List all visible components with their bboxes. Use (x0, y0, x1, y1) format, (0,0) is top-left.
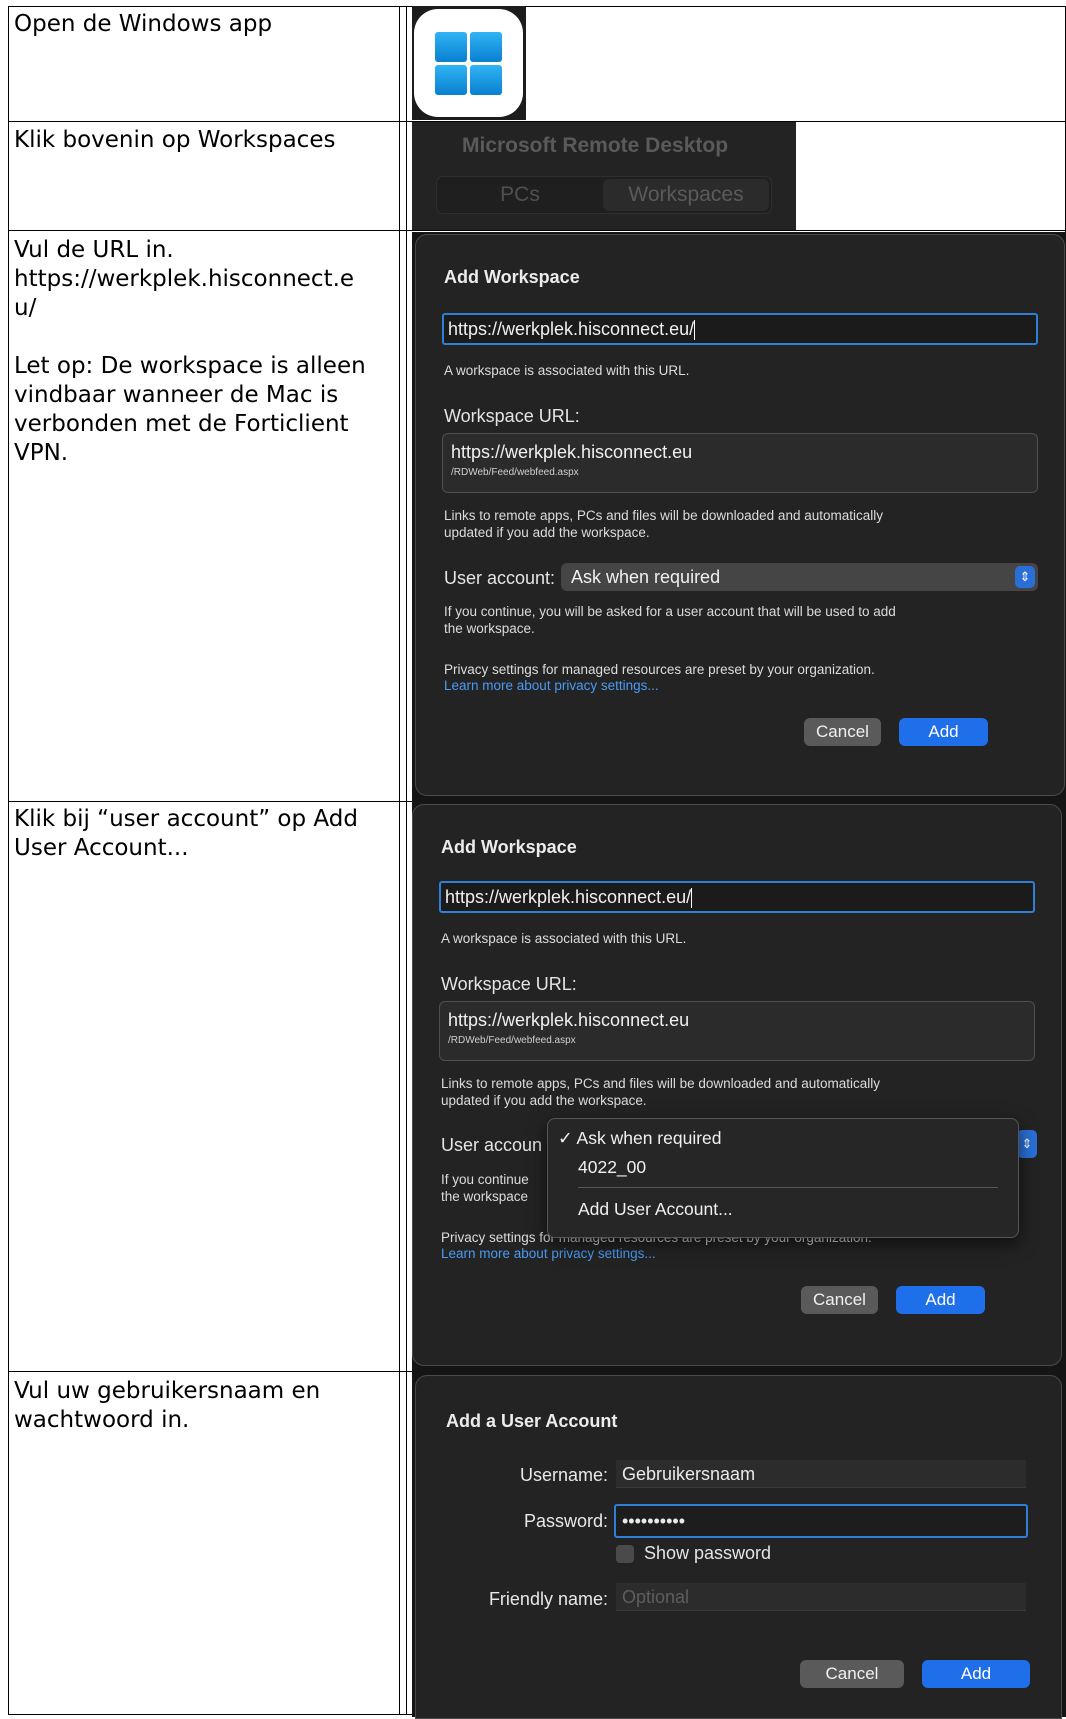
continue-text-line: If you continue (441, 1172, 529, 1187)
user-account-label: User accoun (441, 1135, 543, 1155)
text-caret (691, 888, 693, 909)
segmented-control: PCs Workspaces (436, 176, 772, 214)
user-account-menu: ✓ Ask when required 4022_00 Add User Acc… (547, 1118, 1019, 1238)
continue-text: If you continue, you will be asked for a… (444, 603, 896, 637)
menu-separator (578, 1187, 998, 1188)
url-value: https://werkplek.hisconnect.eu/ (445, 887, 692, 907)
continue-text-line: the workspace. (444, 621, 535, 636)
privacy-link[interactable]: Learn more about privacy settings... (444, 678, 659, 693)
add-button[interactable]: Add (896, 1286, 985, 1314)
select-edge[interactable]: ⇕ (1017, 1130, 1037, 1158)
instruction-line: Klik bovenin op Workspaces (14, 127, 336, 153)
password-input[interactable]: •••••••••• (614, 1504, 1028, 1538)
step-3-instruction: Vul de URL in. https://werkplek.hisconne… (14, 236, 376, 468)
url-input[interactable]: https://werkplek.hisconnect.eu/ (439, 881, 1035, 913)
user-account-value: Ask when required (571, 567, 721, 587)
tab-pcs[interactable]: PCs (437, 177, 603, 213)
add-button[interactable]: Add (899, 718, 988, 746)
instruction-line: Vul uw gebruikersnaam en (14, 1378, 321, 1404)
links-text: Links to remote apps, PCs and files will… (441, 1075, 880, 1109)
table-rule (8, 230, 1066, 231)
menu-item-add-user-account[interactable]: Add User Account... (578, 1199, 733, 1220)
step-4-instruction: Klik bij “user account” op Add User Acco… (14, 805, 376, 863)
instruction-gap (14, 323, 376, 352)
table-rule (8, 6, 9, 1715)
workspace-url-main: https://werkplek.hisconnect.eu (451, 442, 693, 462)
step-5-instruction: Vul uw gebruikersnaam en wachtwoord in. (14, 1377, 376, 1435)
privacy-link[interactable]: Learn more about privacy settings... (441, 1246, 656, 1261)
instruction-line: Klik bij “user account” op Add (14, 806, 358, 832)
updown-chevron-icon: ⇕ (1015, 566, 1035, 588)
instruction-line: u/ (14, 295, 37, 321)
dialog-title: Add Workspace (441, 837, 577, 857)
instruction-line: vindbaar wanneer de Mac is (14, 382, 339, 408)
friendly-name-placeholder: Optional (622, 1587, 690, 1607)
tab-workspaces[interactable]: Workspaces (603, 179, 769, 211)
continue-text-line: the workspace (441, 1189, 529, 1204)
username-value: Gebruikersnaam (622, 1464, 756, 1484)
username-input[interactable]: Gebruikersnaam (616, 1460, 1026, 1488)
step-2-instruction: Klik bovenin op Workspaces (14, 126, 376, 155)
menu-item-ask-when-required[interactable]: ✓ Ask when required (558, 1128, 722, 1149)
screenshot-frame: Add a User Account Username: Gebruikersn… (412, 1372, 1066, 1719)
workspace-url-label: Workspace URL: (441, 974, 577, 994)
workspace-url-label: Workspace URL: (444, 406, 580, 426)
updown-chevron-icon: ⇕ (1021, 1136, 1033, 1151)
workspace-url-main: https://werkplek.hisconnect.eu (448, 1010, 690, 1030)
links-text-line: Links to remote apps, PCs and files will… (444, 508, 883, 523)
workspace-url-path: /RDWeb/Feed/webfeed.aspx (448, 1035, 576, 1046)
checkbox-icon[interactable] (616, 1545, 634, 1563)
add-workspace-dialog: Add Workspace https://werkplek.hisconnec… (415, 234, 1065, 796)
links-text-line: updated if you add the workspace. (444, 525, 650, 540)
rdp-title: Microsoft Remote Desktop (462, 134, 729, 157)
cancel-button[interactable]: Cancel (800, 1660, 904, 1688)
table-rule (399, 6, 400, 1715)
rdp-header: Microsoft Remote Desktop PCs Workspaces (412, 122, 796, 230)
table-rule (8, 6, 1066, 7)
links-text: Links to remote apps, PCs and files will… (444, 507, 883, 541)
dialog-title: Add Workspace (444, 267, 580, 287)
step-1-instruction: Open de Windows app (14, 10, 376, 39)
add-button[interactable]: Add (922, 1660, 1030, 1688)
screenshot-frame: Add Workspace https://werkplek.hisconnec… (412, 232, 1066, 802)
links-text-line: updated if you add the workspace. (441, 1093, 647, 1108)
instruction-line: Let op: De workspace is alleen (14, 353, 366, 379)
show-password-label[interactable]: Show password (644, 1543, 771, 1564)
workspace-url-box: https://werkplek.hisconnect.eu /RDWeb/Fe… (439, 1001, 1035, 1061)
instruction-line: User Account... (14, 835, 189, 861)
links-text-line: Links to remote apps, PCs and files will… (441, 1076, 880, 1091)
associated-text: A workspace is associated with this URL. (441, 931, 687, 946)
user-account-label: User account: (444, 568, 556, 588)
friendly-name-input[interactable]: Optional (616, 1583, 1026, 1611)
password-value: •••••••••• (622, 1511, 686, 1531)
associated-text: A workspace is associated with this URL. (444, 363, 690, 378)
instruction-line: verbonden met de Forticlient (14, 411, 349, 437)
friendly-name-label: Friendly name: (488, 1589, 608, 1609)
workspace-url-box: https://werkplek.hisconnect.eu /RDWeb/Fe… (442, 433, 1038, 493)
continue-text-line: If you continue, you will be asked for a… (444, 604, 896, 619)
privacy-text: Privacy settings for managed resources a… (444, 662, 875, 677)
password-label: Password: (523, 1511, 608, 1531)
instruction-line: https://werkplek.hisconnect.e (14, 266, 355, 292)
screenshot-frame: Add Workspace https://werkplek.hisconnec… (412, 802, 1066, 1372)
instruction-line: Vul de URL in. (14, 237, 174, 263)
user-account-select[interactable]: Ask when required ⇕ (561, 563, 1038, 591)
instruction-line: wachtwoord in. (14, 1407, 190, 1433)
dialog-title: Add a User Account (446, 1411, 618, 1431)
continue-text: If you continue the workspace (441, 1171, 529, 1205)
add-user-account-dialog: Add a User Account Username: Gebruikersn… (415, 1375, 1062, 1719)
url-input[interactable]: https://werkplek.hisconnect.eu/ (442, 313, 1038, 345)
workspace-url-path: /RDWeb/Feed/webfeed.aspx (451, 467, 579, 478)
table-rule (406, 6, 407, 1715)
url-value: https://werkplek.hisconnect.eu/ (448, 319, 695, 339)
text-caret (694, 320, 696, 341)
menu-item-4022-00[interactable]: 4022_00 (578, 1157, 646, 1178)
instruction-line: Open de Windows app (14, 11, 273, 37)
cancel-button[interactable]: Cancel (801, 1286, 878, 1314)
add-workspace-dialog: Add Workspace https://werkplek.hisconnec… (412, 804, 1062, 1366)
instruction-line: VPN. (14, 440, 69, 466)
windows-app-icon[interactable] (412, 6, 526, 120)
cancel-button[interactable]: Cancel (804, 718, 881, 746)
username-label: Username: (519, 1465, 608, 1485)
